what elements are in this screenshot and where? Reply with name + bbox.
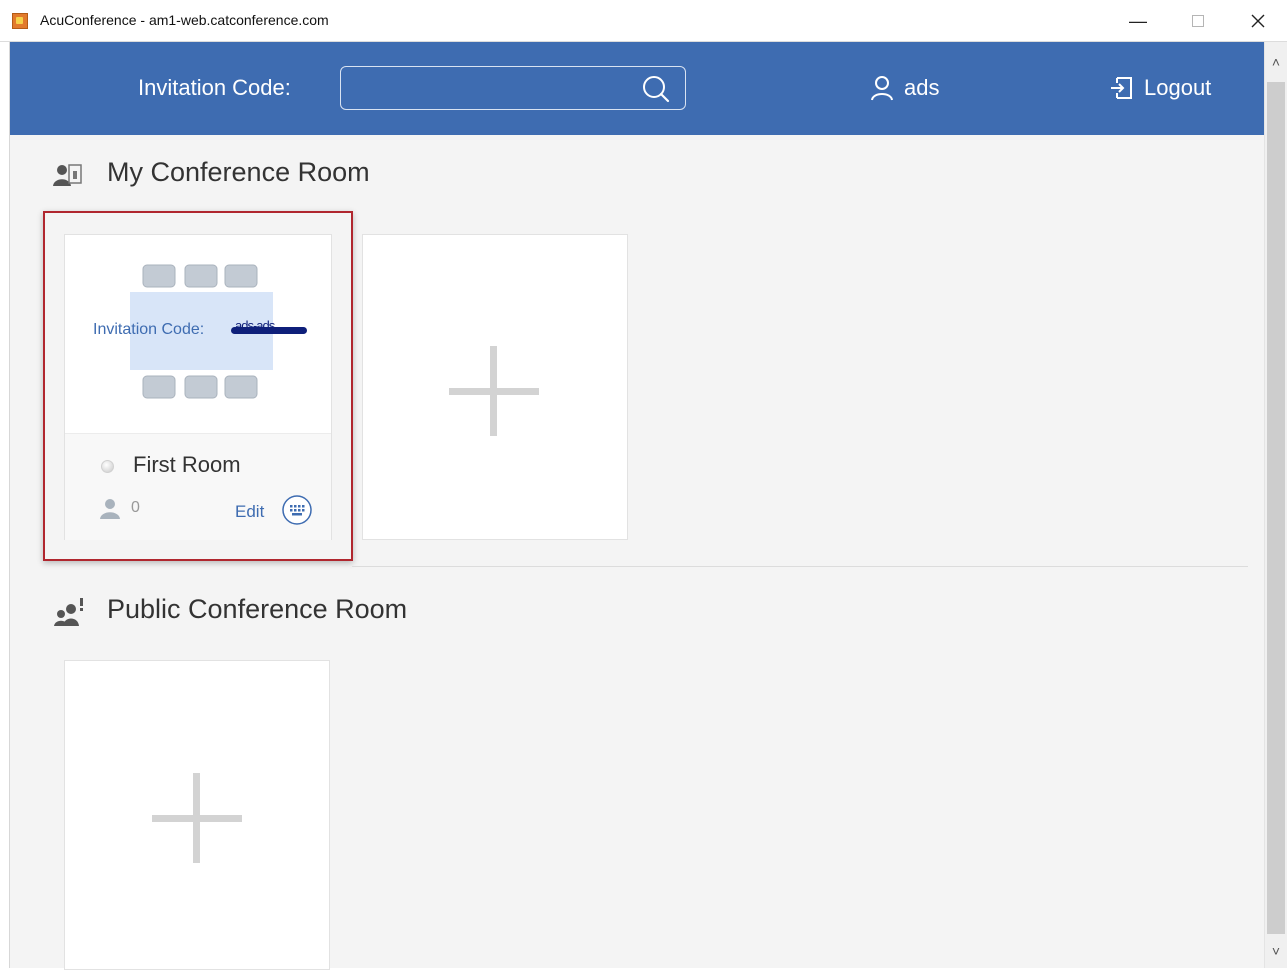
invitation-code-box xyxy=(340,66,686,110)
close-window-button[interactable] xyxy=(1228,0,1287,42)
maximize-button[interactable] xyxy=(1168,0,1228,42)
section-divider xyxy=(352,566,1248,567)
app-header: Invitation Code: ads Logout xyxy=(10,42,1264,135)
add-icon xyxy=(152,773,242,863)
public-conference-room-title: Public Conference Room xyxy=(107,594,408,624)
window-titlebar: AcuConference - am1-web.catconference.co… xyxy=(0,0,1287,42)
scroll-thumb[interactable] xyxy=(1267,82,1285,934)
logout-button[interactable]: Logout xyxy=(1108,72,1211,104)
invitation-code-label: Invitation Code: xyxy=(138,75,291,100)
window-left-edge xyxy=(0,42,10,968)
logout-icon xyxy=(1111,77,1132,99)
invitation-code-input[interactable] xyxy=(351,73,635,105)
close-icon xyxy=(1251,14,1265,28)
search-icon xyxy=(643,76,670,103)
search-button[interactable] xyxy=(639,73,673,105)
highlight-box xyxy=(43,211,353,561)
window-title: AcuConference - am1-web.catconference.co… xyxy=(40,12,329,28)
my-conference-room-icon xyxy=(53,164,82,186)
username-label: ads xyxy=(904,75,940,100)
main-content: My Conference Room Invitation Code: ads-… xyxy=(10,135,1264,970)
add-public-room-card[interactable] xyxy=(64,660,330,970)
maximize-icon xyxy=(1192,15,1204,27)
my-conference-room-title: My Conference Room xyxy=(107,157,370,187)
add-icon xyxy=(449,346,539,436)
app-logo-icon xyxy=(12,13,28,29)
user-menu[interactable]: ads xyxy=(870,72,939,104)
vertical-scrollbar[interactable]: ˄ ˅ xyxy=(1264,42,1287,968)
user-icon xyxy=(871,76,893,101)
minimize-button[interactable]: — xyxy=(1108,0,1168,42)
public-conference-room-icon xyxy=(54,598,83,626)
logout-label: Logout xyxy=(1144,75,1212,100)
scroll-up-button[interactable]: ˄ xyxy=(1265,42,1287,82)
scroll-down-button[interactable]: ˅ xyxy=(1265,934,1287,968)
add-room-card[interactable] xyxy=(362,234,628,540)
